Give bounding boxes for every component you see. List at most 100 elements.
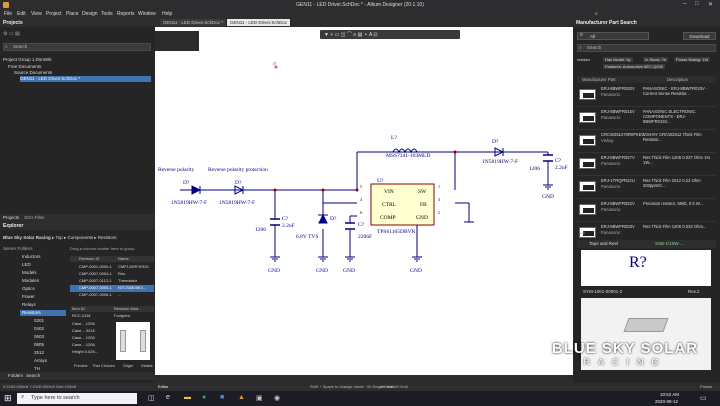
menu-file[interactable]: File: [4, 11, 12, 17]
tree-item-schdoc[interactable]: GEN11 - LED Driver.SchDoc *: [20, 76, 151, 82]
folder-item[interactable]: LED: [22, 262, 31, 268]
filter-chip[interactable]: Features: Automotive AEC-Q200: [603, 64, 666, 69]
folder-item[interactable]: Arrays: [34, 358, 47, 364]
tab-sch-filter[interactable]: SCH Filter: [24, 215, 45, 220]
tab-search[interactable]: Search: [26, 373, 40, 378]
app-icon[interactable]: ■: [220, 394, 224, 401]
result-row[interactable]: CRCW251270R0FKEG Vishay VISHAY CRCW2512 …: [577, 130, 716, 153]
minimize-icon[interactable]: –: [683, 1, 686, 7]
folder-item[interactable]: Modules: [22, 278, 39, 284]
tape-reel-bar[interactable]: Tape and Reel SSB-1/10W-...: [577, 240, 716, 248]
menu-tools[interactable]: Tools: [101, 11, 113, 17]
footprint-preview: [116, 322, 150, 360]
projects-panel-title: Projects: [0, 19, 155, 27]
filter-chip[interactable]: Has Model: 5y: [603, 57, 633, 62]
col-revision-id[interactable]: Revision ID: [79, 256, 99, 261]
folder-item[interactable]: Relays: [22, 302, 36, 308]
projects-search-input[interactable]: Search: [3, 43, 151, 51]
result-row[interactable]: ERJ-8BWFR027V Panasonic Res Thick Film 1…: [577, 153, 716, 176]
tab-details[interactable]: Details: [141, 364, 153, 368]
param-name: Case...: [72, 328, 85, 333]
tab-projects[interactable]: Projects: [3, 215, 19, 220]
clock-date[interactable]: 2020-08-12: [655, 399, 678, 404]
col-mfr-part[interactable]: Manufacturer Part: [582, 77, 616, 82]
crumb-resistors[interactable]: Resistors: [98, 235, 117, 240]
label-reverse-polarity-a: Reverse polarity: [158, 167, 194, 173]
table-row[interactable]: CMP-0007-0004-1 Res: [70, 271, 154, 278]
folder-item[interactable]: Inductors: [22, 254, 41, 260]
chrome-icon[interactable]: ●: [202, 394, 206, 401]
edge-icon[interactable]: e: [166, 394, 170, 401]
app-icon[interactable]: ▣: [256, 394, 263, 402]
cell-rev: CMP-0001-0000-1: [79, 264, 112, 269]
folder-item[interactable]: Models: [22, 270, 37, 276]
close-icon[interactable]: ✕: [708, 1, 713, 8]
result-row[interactable]: ERJ-8BWFR022V Panasonic Precision resist…: [577, 199, 716, 222]
windows-start-icon[interactable]: ⊞: [4, 393, 12, 404]
explorer-bottom-tabs: Folders Search: [0, 372, 155, 380]
part-chip-icon: [583, 116, 594, 121]
result-row[interactable]: ERJ-8BWFR020V Panasonic PANASONIC - ERJ-…: [577, 84, 716, 107]
table-row[interactable]: CMP-0007-0005-1 NTCS0805E3...: [70, 285, 154, 292]
pin-num-4: 4: [360, 197, 362, 202]
label-d-a-part: 1N5819HW-7-F: [171, 200, 207, 206]
param-list: Case... 1206 Case... 3216 Case... 1206 C…: [72, 321, 118, 356]
notification-icon[interactable]: ▭: [700, 394, 707, 402]
crumb-top[interactable]: Top: [55, 235, 62, 240]
menu-design[interactable]: Design: [82, 11, 98, 17]
table-row[interactable]: CMP-0001-0000-1 CMF120RFKR20: [70, 264, 154, 271]
schematic-canvas[interactable]: ▼ + ▭ ◫ ⌒ ≡ ▤ ⚬ A ⊡ J? L? MSS7341-103MLD…: [155, 27, 573, 375]
menu-place[interactable]: Place: [66, 11, 79, 17]
maximize-icon[interactable]: □: [695, 1, 699, 7]
menu-window[interactable]: Window: [138, 11, 156, 17]
menu-reports[interactable]: Reports: [117, 11, 135, 17]
filter-chip[interactable]: Power Rating: 1W: [674, 57, 711, 62]
detail-footprint: Footprint: [114, 313, 130, 318]
filter-chip[interactable]: resistor: [577, 57, 590, 62]
menu-help[interactable]: Help: [162, 11, 172, 17]
tab-preview[interactable]: Preview: [74, 364, 88, 368]
tab-schdoc[interactable]: GEN11 - LED Driver.SchDoc: [227, 19, 292, 26]
label-gnd-1: GND: [268, 268, 280, 274]
status-editor-tab[interactable]: Editor: [158, 383, 168, 391]
taskbar-search-input[interactable]: Type here to search: [17, 393, 137, 404]
folder-item[interactable]: 0805: [34, 342, 44, 348]
search-icon: ⌕: [21, 394, 25, 400]
file-explorer-icon[interactable]: ▬: [184, 394, 191, 401]
task-view-icon[interactable]: ◫: [148, 394, 155, 402]
label-d-right-part: 1N5819HW-7-F: [482, 159, 518, 165]
folder-item[interactable]: 0603: [34, 334, 44, 340]
app-icon[interactable]: ◉: [274, 394, 280, 402]
server-name[interactable]: Blue Sky Solar Racing: [3, 235, 51, 240]
clock-time[interactable]: 10:52 AM: [660, 392, 679, 397]
folder-item[interactable]: 0402: [34, 326, 44, 332]
tab-folders[interactable]: Folders: [8, 373, 23, 378]
tree-item-project-group[interactable]: Project Group 1.DsnWrk: [3, 57, 151, 63]
label-c-b: C?: [358, 222, 365, 228]
folder-item-resistors[interactable]: Resistors: [20, 310, 66, 316]
table-row[interactable]: CMP-0007-0006-1 ...: [70, 292, 154, 299]
menu-view[interactable]: View: [31, 11, 42, 17]
download-button[interactable]: Download: [683, 32, 716, 40]
filter-chip[interactable]: In Stock: Ye: [643, 57, 669, 62]
folder-item[interactable]: 2512: [34, 350, 44, 356]
altium-taskbar-icon[interactable]: ▲: [238, 394, 245, 401]
part-number: ERJ-8BWFR022V: [601, 201, 635, 206]
result-row[interactable]: ERJ-1TRQFR22U Panasonic Res Thick Film 2…: [577, 176, 716, 199]
panels-button[interactable]: Panels: [700, 383, 712, 391]
category-dropdown[interactable]: All: [577, 32, 649, 40]
part-search-input[interactable]: Search: [577, 44, 716, 52]
folder-item[interactable]: Optics: [22, 286, 35, 292]
col-description[interactable]: Description: [667, 77, 688, 82]
col-name[interactable]: Name: [118, 256, 129, 261]
menu-edit[interactable]: Edit: [17, 11, 26, 17]
tab-part-choices[interactable]: Part Choices: [93, 364, 115, 368]
folder-item[interactable]: Power: [22, 294, 35, 300]
tab-origin[interactable]: Origin: [123, 364, 133, 368]
table-row[interactable]: CMP-0007-0112-1 Thermistor: [70, 278, 154, 285]
menu-project[interactable]: Project: [46, 11, 62, 17]
folder-item[interactable]: 0201: [34, 318, 44, 324]
crumb-components[interactable]: Components: [68, 235, 94, 240]
result-row[interactable]: ERJ-8BWFR015V Panasonic PANASONIC ELECTR…: [577, 107, 716, 130]
tab-schdoc-modified[interactable]: GEN11 - LED Driver.SchDoc *: [160, 19, 228, 26]
